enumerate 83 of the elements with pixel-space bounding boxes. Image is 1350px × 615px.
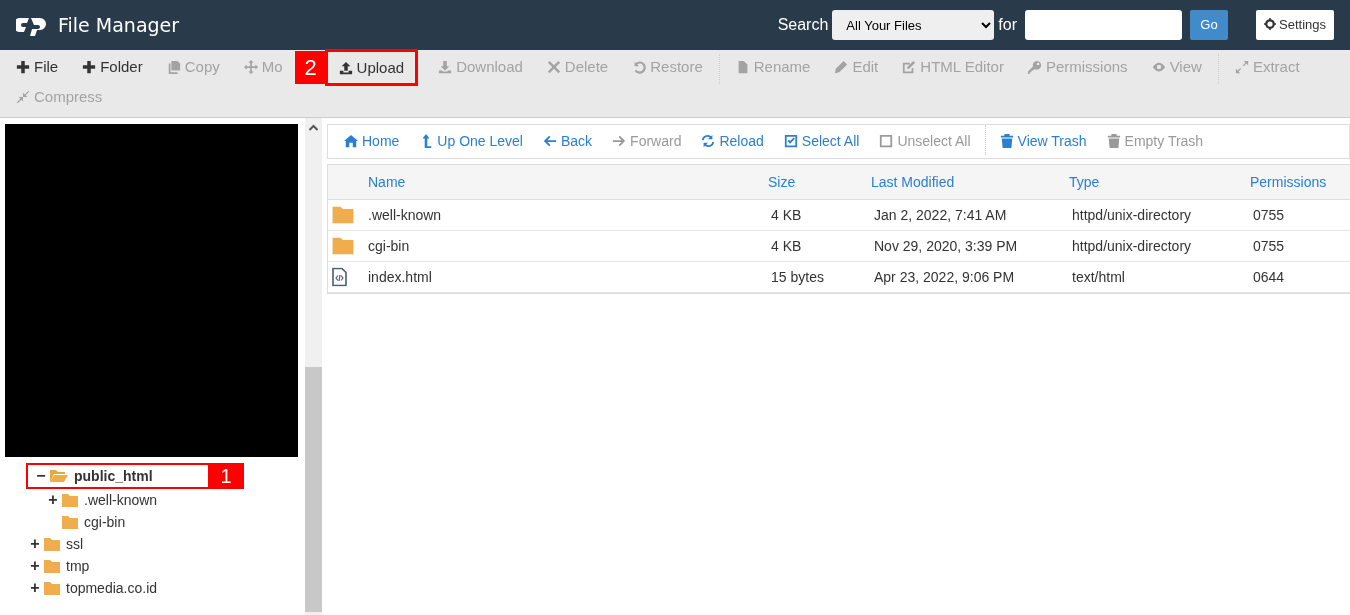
callout-badge: 1 — [208, 463, 244, 489]
table-cell-text: 4 KB — [770, 205, 803, 225]
table-cell-text: 0755 — [1252, 205, 1286, 225]
plus-icon — [82, 60, 97, 74]
key-icon — [1027, 60, 1042, 74]
table-cell-text: text/html — [1071, 267, 1126, 287]
search-field[interactable] — [1025, 10, 1182, 40]
arrow-left-icon — [542, 134, 557, 148]
reload-icon — [701, 134, 716, 148]
callout-badge: 2 — [294, 51, 327, 84]
table-cell-text: httpd/unix-directory — [1071, 205, 1193, 225]
close-icon — [546, 60, 561, 74]
scrollbar[interactable] — [305, 118, 322, 615]
column-header[interactable]: Size — [768, 171, 871, 193]
undo-icon — [632, 60, 647, 74]
download-icon — [438, 60, 453, 74]
nav-button[interactable]: Back — [532, 131, 603, 152]
app-title: File Manager — [58, 12, 180, 38]
expander[interactable]: + — [28, 536, 42, 552]
eye-icon — [1151, 60, 1166, 74]
tree-item[interactable]: − public_html — [28, 465, 208, 487]
table-cell-text: Nov 29, 2020, 3:39 PM — [873, 236, 1019, 256]
expander[interactable]: − — [34, 468, 48, 484]
arrow-right-icon — [612, 134, 627, 148]
table-cell-text: 4 KB — [770, 236, 803, 256]
nav-button[interactable]: Reload — [691, 131, 774, 152]
column-header[interactable]: Permissions — [1250, 171, 1350, 193]
folder-icon — [44, 581, 60, 595]
expander[interactable]: + — [28, 580, 42, 596]
compress-icon — [16, 90, 30, 104]
edit-icon — [902, 60, 917, 74]
search-label: Search — [777, 15, 829, 35]
scope-dropdown[interactable]: All Your Files — [832, 10, 995, 40]
for-label: for — [998, 15, 1017, 35]
table-cell-text: 0644 — [1252, 267, 1286, 287]
folder-icon — [44, 559, 60, 573]
pencil-icon — [834, 60, 849, 74]
expand-icon — [1234, 60, 1249, 74]
folder-icon — [332, 237, 354, 255]
checkbox-icon — [783, 134, 798, 148]
tree-item[interactable]: cgi-bin — [46, 511, 305, 533]
tree-item[interactable]: + ssl — [28, 533, 305, 555]
folder-icon — [62, 493, 78, 507]
column-header[interactable]: Type — [1069, 171, 1250, 193]
expander[interactable]: + — [46, 492, 60, 508]
folder-icon — [44, 537, 60, 551]
nav-button[interactable]: View Trash — [989, 131, 1097, 152]
table-cell: index.html — [328, 266, 768, 288]
home-icon — [344, 134, 358, 148]
column-header[interactable]: Last Modified — [871, 171, 1069, 193]
table-cell-text: Apr 23, 2022, 9:06 PM — [873, 267, 1016, 287]
copy-icon — [166, 60, 181, 74]
table-cell: .well-known — [328, 204, 768, 226]
table-cell-text: 0755 — [1252, 236, 1286, 256]
tree-item[interactable]: + tmp — [28, 555, 305, 577]
code-file-icon — [332, 267, 347, 287]
upload-icon — [338, 60, 353, 75]
gear-icon — [1264, 18, 1276, 31]
expander[interactable]: + — [28, 558, 42, 574]
tree-item[interactable]: + topmedia.co.id — [28, 577, 305, 599]
trash-icon — [999, 134, 1014, 148]
table-cell-text: httpd/unix-directory — [1071, 236, 1193, 256]
folder-icon — [50, 469, 68, 483]
nav-button[interactable]: Home — [334, 131, 410, 152]
folder-icon — [62, 515, 78, 529]
settings-button[interactable]: Settings — [1256, 10, 1334, 40]
scrollbar-thumb[interactable] — [305, 367, 322, 612]
toolbar-button[interactable]: File — [4, 54, 71, 80]
table-cell-text: 15 bytes — [770, 267, 825, 287]
checkbox-icon — [879, 134, 894, 148]
nav-button[interactable]: Up One Level — [409, 131, 533, 152]
table-cell-text: Jan 2, 2022, 7:41 AM — [873, 205, 1008, 225]
table-cell: cgi-bin — [328, 235, 768, 257]
plus-icon — [16, 60, 30, 74]
column-header[interactable]: Name — [328, 171, 768, 193]
trash-icon — [1106, 134, 1121, 148]
toolbar-button[interactable]: Upload — [326, 51, 417, 84]
folder-icon — [332, 206, 354, 224]
go-button[interactable]: Go — [1190, 10, 1228, 40]
tree-item[interactable]: + .well-known — [46, 489, 305, 511]
toolbar-button[interactable]: Folder — [70, 54, 155, 80]
nav-button[interactable]: Select All — [773, 131, 870, 152]
move-icon — [243, 60, 258, 74]
